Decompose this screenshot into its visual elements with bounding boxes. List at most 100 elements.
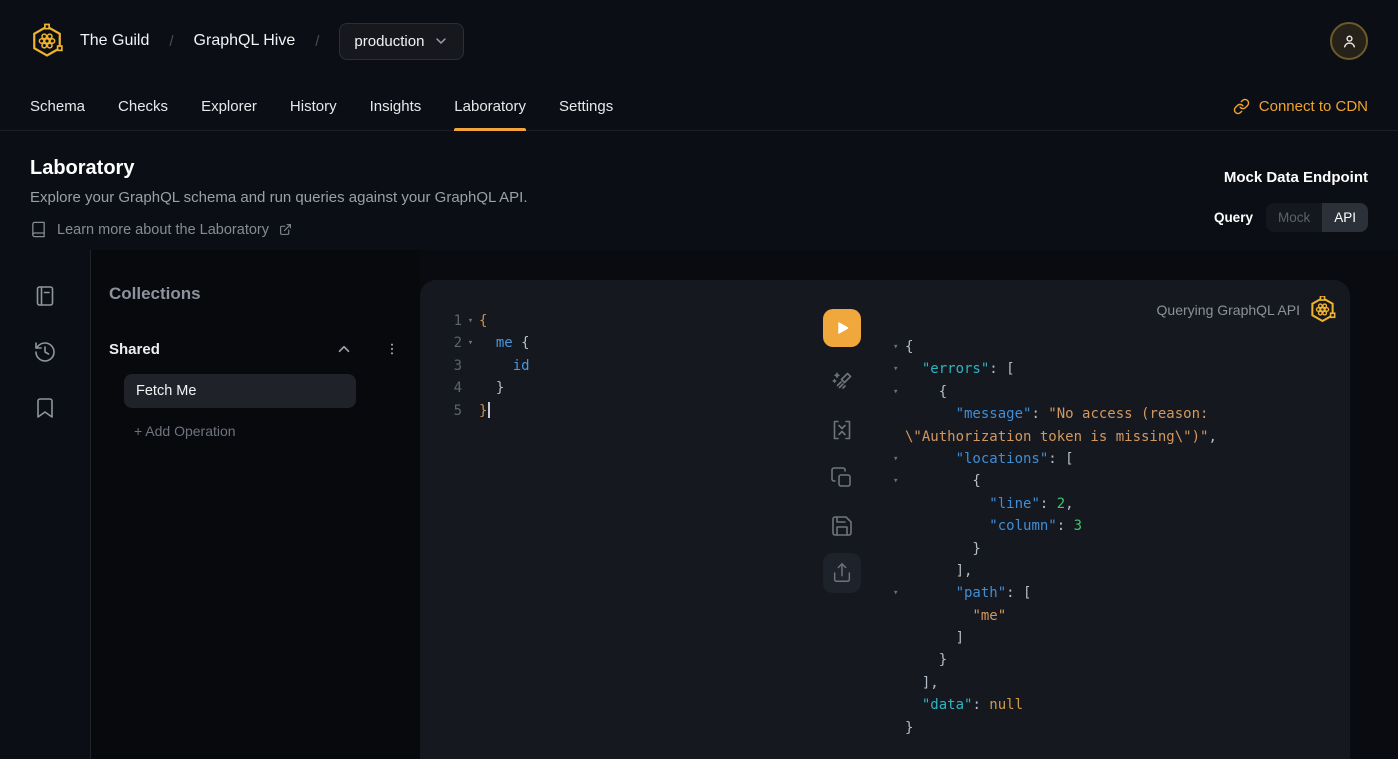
user-icon	[1341, 33, 1358, 50]
tab-checks[interactable]: Checks	[118, 82, 168, 130]
link-icon	[1233, 98, 1250, 115]
fold-spacer	[893, 560, 905, 582]
kebab-menu-icon[interactable]	[384, 341, 400, 357]
fold-spacer	[893, 493, 905, 515]
fold-toggle-icon[interactable]: ▾	[462, 332, 479, 354]
target-selector-value: production	[354, 33, 424, 50]
book-icon	[30, 221, 47, 238]
code-line: \"Authorization token is missing\")",	[893, 426, 1342, 448]
breadcrumb: The Guild / GraphQL Hive / production	[30, 23, 464, 60]
connect-cdn-label: Connect to CDN	[1259, 98, 1368, 115]
endpoint-option-mock[interactable]: Mock	[1266, 203, 1322, 232]
code-line: ▾ "path": [	[893, 582, 1342, 604]
code-line: ▾ {	[893, 470, 1342, 492]
fold-spacer	[893, 717, 905, 739]
endpoint-toggle: Mock API	[1266, 203, 1368, 232]
code-line: ▾ {	[893, 381, 1342, 403]
add-operation-button[interactable]: + Add Operation	[134, 423, 236, 439]
execute-query-button[interactable]	[823, 309, 861, 347]
fold-toggle-icon[interactable]: ▾	[893, 381, 905, 403]
avatar[interactable]	[1330, 22, 1368, 60]
fold-toggle-icon[interactable]: ▾	[893, 336, 905, 358]
code-line: 2▾ me {	[420, 332, 810, 354]
copy-query-icon[interactable]	[823, 458, 861, 498]
app-header: The Guild / GraphQL Hive / production	[0, 0, 1398, 82]
fold-spacer	[893, 538, 905, 560]
code-line: ],	[893, 560, 1342, 582]
fold-toggle-icon[interactable]: ▾	[893, 448, 905, 470]
learn-more-label: Learn more about the Laboratory	[57, 222, 269, 238]
fold-spacer	[893, 426, 905, 448]
query-editor[interactable]: 1▾{2▾ me {3 id4 }5}	[420, 310, 810, 422]
line-number: 1	[420, 310, 462, 332]
tab-history[interactable]: History	[290, 82, 337, 130]
line-number: 2	[420, 332, 462, 354]
breadcrumb-org[interactable]: The Guild	[80, 32, 149, 50]
save-operation-icon[interactable]	[823, 506, 861, 546]
collection-group-name: Shared	[109, 341, 335, 358]
result-status-label: Querying GraphQL API	[1157, 302, 1300, 318]
operation-item[interactable]: Fetch Me	[124, 374, 356, 408]
tab-schema[interactable]: Schema	[30, 82, 85, 130]
target-selector[interactable]: production	[339, 23, 464, 60]
connect-cdn-link[interactable]: Connect to CDN	[1233, 82, 1368, 130]
response-viewer: ▾{▾ "errors": [▾ { "message": "No access…	[893, 336, 1342, 739]
result-status: Querying GraphQL API	[1157, 296, 1336, 323]
collection-group-header: Shared	[109, 340, 402, 358]
fold-spacer	[462, 377, 479, 399]
endpoint-option-api[interactable]: API	[1322, 203, 1368, 232]
tab-insights[interactable]: Insights	[370, 82, 422, 130]
code-line: ]	[893, 627, 1342, 649]
fold-spacer	[893, 403, 905, 425]
docs-icon[interactable]	[33, 284, 57, 308]
breadcrumb-separator: /	[315, 33, 319, 50]
code-line: }	[893, 538, 1342, 560]
fold-spacer	[893, 605, 905, 627]
tab-settings[interactable]: Settings	[559, 82, 613, 130]
merge-fragments-icon[interactable]	[823, 410, 861, 450]
play-icon	[832, 318, 852, 338]
tab-laboratory[interactable]: Laboratory	[454, 82, 526, 130]
fold-spacer	[893, 672, 905, 694]
hive-logo-icon[interactable]	[30, 23, 64, 59]
fold-toggle-icon[interactable]: ▾	[893, 582, 905, 604]
graphiql-card: 1▾{2▾ me {3 id4 }5}	[420, 280, 1350, 759]
code-line: }	[893, 649, 1342, 671]
sidebar-rail	[0, 250, 90, 759]
chevron-up-icon[interactable]	[335, 340, 353, 358]
laboratory-workspace: Collections Shared Fetch Me + Add Operat…	[0, 250, 1398, 759]
fold-spacer	[893, 627, 905, 649]
code-line: }	[893, 717, 1342, 739]
code-line: ▾{	[893, 336, 1342, 358]
code-line: "column": 3	[893, 515, 1342, 537]
fold-toggle-icon[interactable]: ▾	[893, 358, 905, 380]
fold-spacer	[462, 400, 479, 422]
history-icon[interactable]	[33, 340, 57, 364]
page-subtitle: Explore your GraphQL schema and run quer…	[30, 189, 528, 206]
collections-title: Collections	[109, 284, 402, 304]
fold-toggle-icon[interactable]: ▾	[462, 310, 479, 332]
page-header: Laboratory Explore your GraphQL schema a…	[0, 131, 1398, 250]
share-operation-icon[interactable]	[823, 553, 861, 593]
external-link-icon	[279, 223, 292, 236]
learn-more-link[interactable]: Learn more about the Laboratory	[30, 221, 528, 238]
code-line: 4 }	[420, 377, 810, 399]
prettify-icon[interactable]	[823, 362, 861, 402]
bookmark-icon[interactable]	[33, 396, 57, 420]
line-number: 3	[420, 355, 462, 377]
text-cursor	[488, 402, 490, 418]
fold-toggle-icon[interactable]: ▾	[893, 470, 905, 492]
fold-spacer	[462, 355, 479, 377]
breadcrumb-separator: /	[169, 33, 173, 50]
code-line: 1▾{	[420, 310, 810, 332]
hive-logo-icon	[1309, 296, 1336, 323]
page-title: Laboratory	[30, 157, 528, 180]
code-line: ▾ "errors": [	[893, 358, 1342, 380]
tab-explorer[interactable]: Explorer	[201, 82, 257, 130]
code-line: ▾ "locations": [	[893, 448, 1342, 470]
breadcrumb-project[interactable]: GraphQL Hive	[194, 32, 296, 50]
code-line: "data": null	[893, 694, 1342, 716]
code-line: "message": "No access (reason:	[893, 403, 1342, 425]
code-line: "me"	[893, 605, 1342, 627]
code-line: "line": 2,	[893, 493, 1342, 515]
